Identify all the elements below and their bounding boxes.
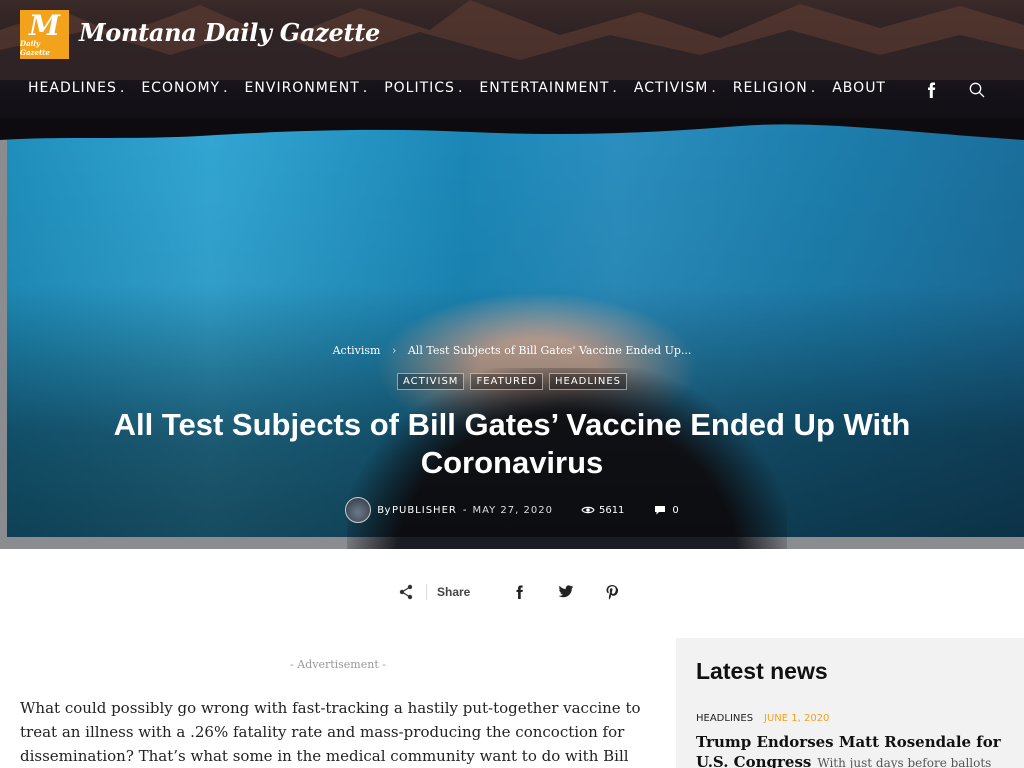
nav-item-headlines[interactable]: HEADLINES. <box>28 80 125 96</box>
share-pinterest-button[interactable] <box>602 582 622 602</box>
share-bar: Share <box>398 580 648 604</box>
article-meta: By PUBLISHER - MAY 27, 2020 5611 0 <box>0 497 1024 523</box>
view-count-value: 5611 <box>598 504 625 516</box>
logo-letter: M <box>29 8 60 42</box>
hero-section: Activism › All Test Subjects of Bill Gat… <box>0 118 1024 549</box>
nav-item-about[interactable]: ABOUT <box>832 80 886 96</box>
header-wave-divider <box>0 118 1024 140</box>
search-icon[interactable] <box>967 80 987 100</box>
article-title: All Test Subjects of Bill Gates’ Vaccine… <box>113 407 911 480</box>
category-tag-featured[interactable]: FEATURED <box>470 373 543 390</box>
nav-item-economy[interactable]: ECONOMY. <box>141 80 228 96</box>
publish-date: MAY 27, 2020 <box>472 504 553 516</box>
comment-count-value: 0 <box>672 504 679 516</box>
share-icon <box>399 584 413 600</box>
latest-news-sidebar: Latest news HEADLINES JUNE 1, 2020 Trump… <box>676 638 1024 768</box>
view-count: 5611 <box>581 505 624 516</box>
news-item: Trump Endorses Matt Rosendale for U.S. C… <box>696 732 1006 768</box>
share-label: Share <box>437 585 471 599</box>
author-avatar[interactable] <box>345 497 372 523</box>
logo-subtitle: Daily Gazette <box>20 38 50 57</box>
breadcrumb-parent[interactable]: Activism <box>333 344 381 357</box>
nav-item-religion[interactable]: RELIGION. <box>733 80 816 96</box>
nav-item-environment[interactable]: ENVIRONMENT. <box>245 80 369 96</box>
breadcrumb-current: All Test Subjects of Bill Gates' Vaccine… <box>407 344 692 357</box>
eye-icon <box>581 506 595 514</box>
category-tags: ACTIVISM FEATURED HEADLINES <box>0 373 1024 390</box>
facebook-icon[interactable] <box>922 80 942 100</box>
byline-prefix: By <box>377 504 391 516</box>
news-item-category[interactable]: HEADLINES <box>696 713 753 724</box>
article-paragraph: What could possibly go wrong with fast-t… <box>20 699 641 765</box>
category-tag-headlines[interactable]: HEADLINES <box>548 373 628 390</box>
meta-separator: - <box>462 504 467 516</box>
twitter-icon <box>559 585 574 598</box>
breadcrumb: Activism › All Test Subjects of Bill Gat… <box>0 344 1024 357</box>
nav-item-entertainment[interactable]: ENTERTAINMENT. <box>479 80 617 96</box>
site-title[interactable]: Montana Daily Gazette <box>79 18 380 47</box>
share-facebook-button[interactable] <box>510 582 530 602</box>
share-twitter-button[interactable] <box>556 582 576 602</box>
nav-item-activism[interactable]: ACTIVISM. <box>634 80 717 96</box>
facebook-icon <box>516 585 524 599</box>
main-nav: HEADLINES. ECONOMY. ENVIRONMENT. POLITIC… <box>28 80 902 96</box>
chevron-right-icon: › <box>391 344 397 357</box>
category-tag-activism[interactable]: ACTIVISM <box>396 373 465 390</box>
pinterest-icon <box>606 584 619 600</box>
comment-count[interactable]: 0 <box>654 504 679 516</box>
advertisement-label: - Advertisement - <box>290 658 386 671</box>
author-name[interactable]: PUBLISHER <box>392 505 457 516</box>
site-logo[interactable]: M Daily Gazette <box>20 10 69 59</box>
nav-item-politics[interactable]: POLITICS. <box>384 80 463 96</box>
news-item-date: JUNE 1, 2020 <box>764 713 830 724</box>
latest-news-title: Latest news <box>696 658 828 684</box>
comment-icon <box>655 505 666 514</box>
